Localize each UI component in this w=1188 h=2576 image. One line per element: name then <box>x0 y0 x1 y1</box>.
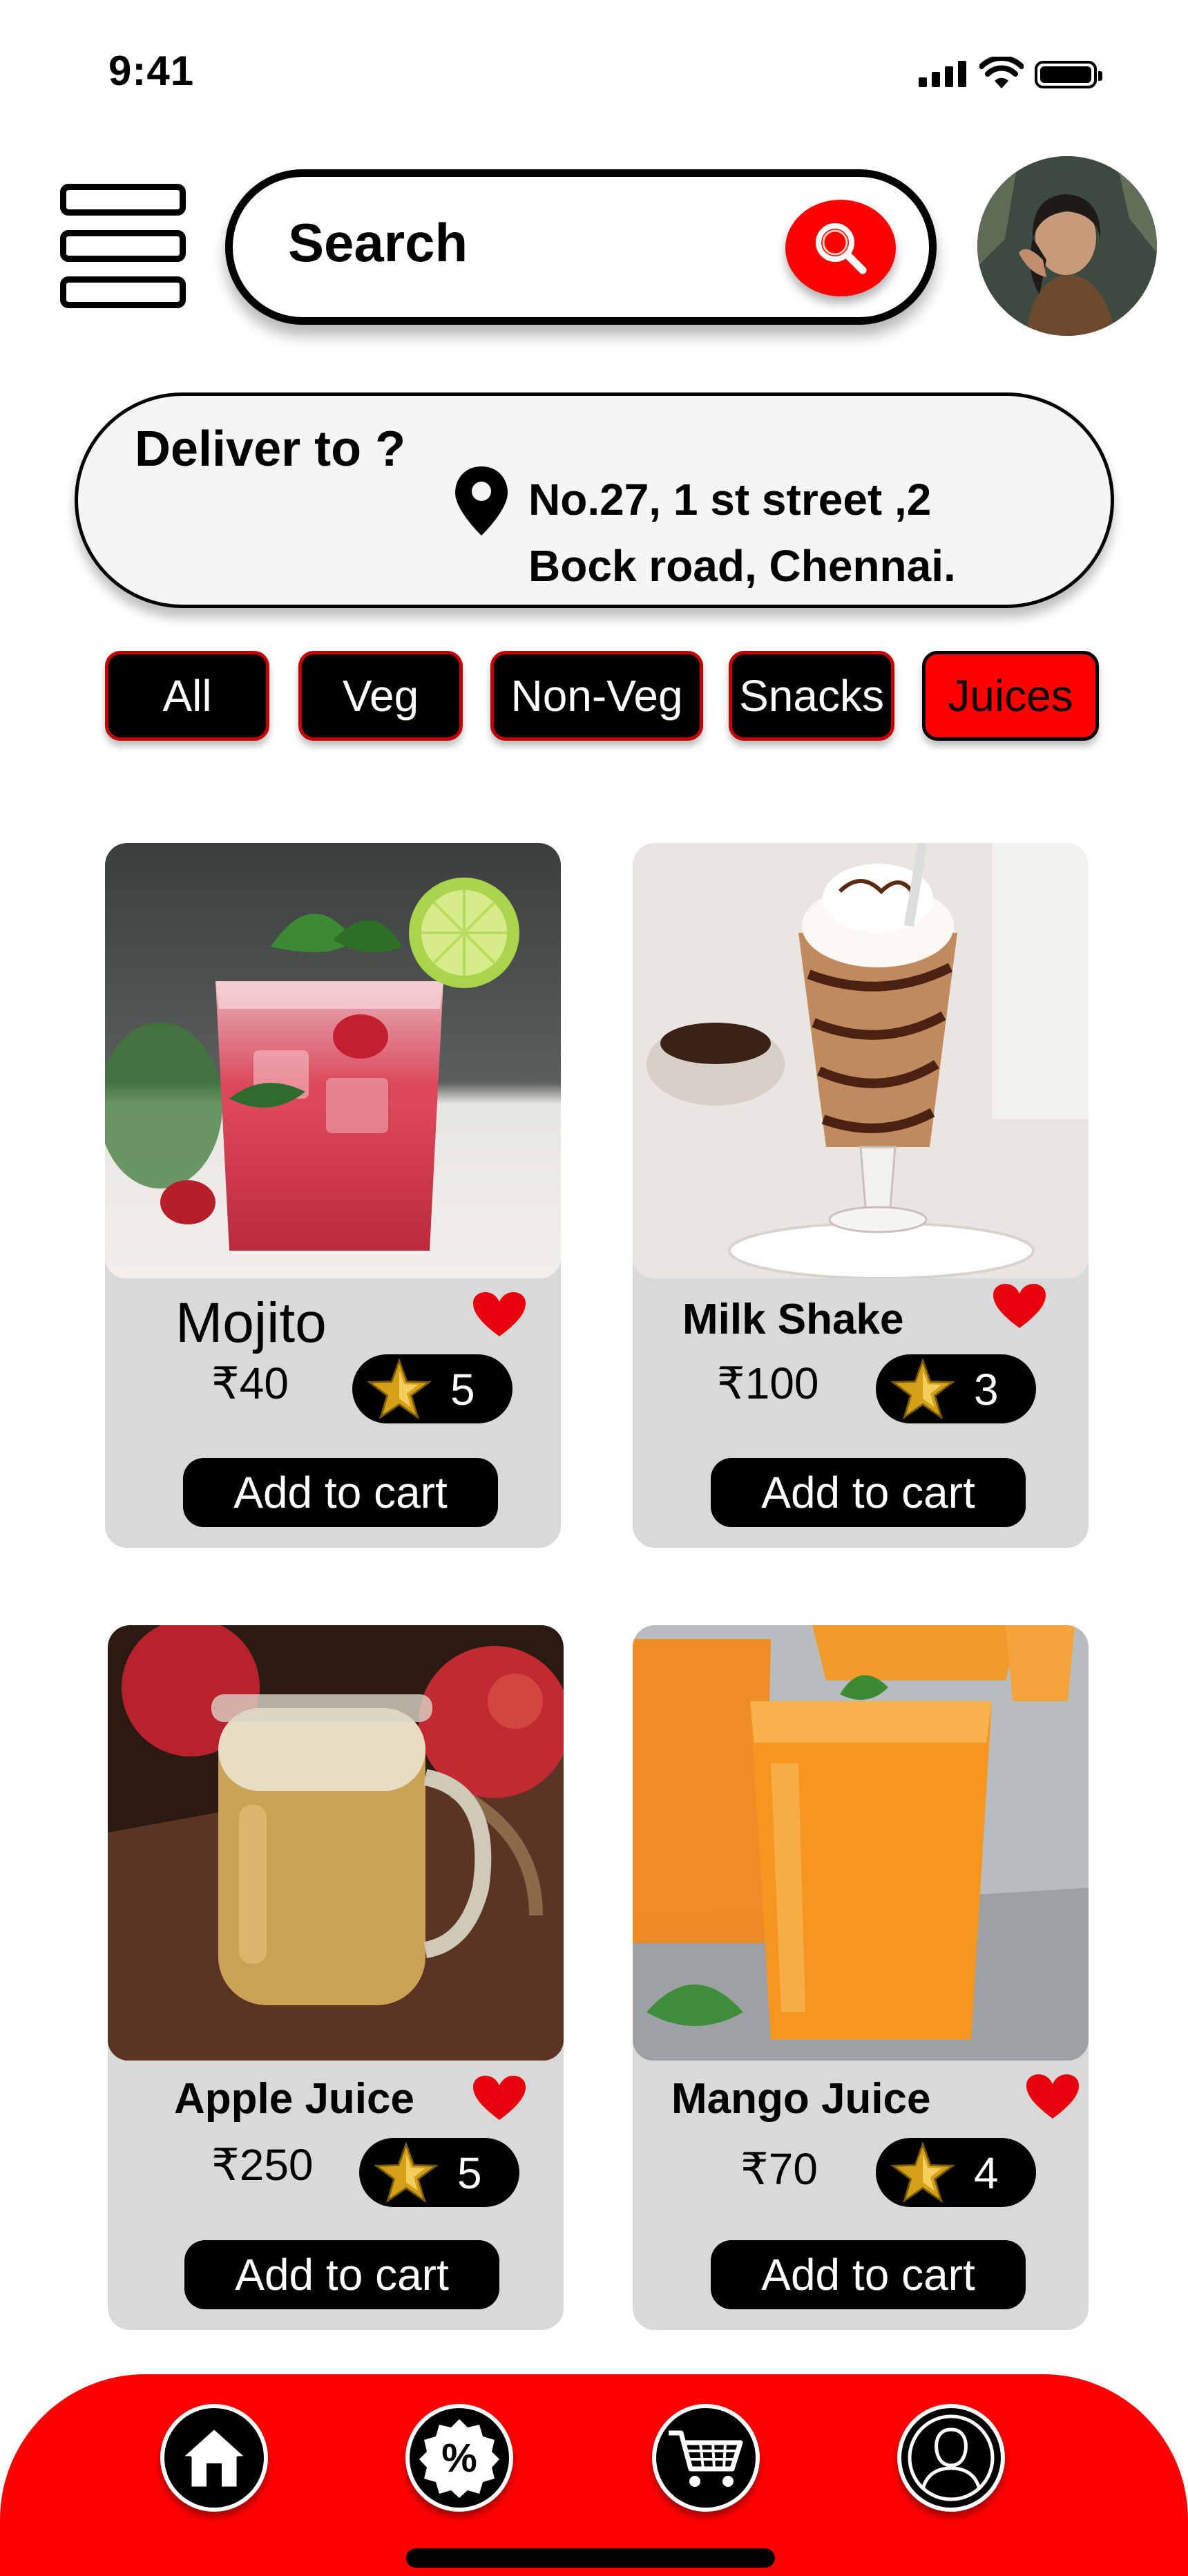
add-to-cart-button[interactable]: Add to cart <box>184 2240 499 2309</box>
home-icon <box>178 2425 250 2490</box>
delivery-address: No.27, 1 st street ,2 Bock road, Chennai… <box>528 466 956 599</box>
star-icon <box>374 2142 438 2203</box>
bottom-navigation: % <box>0 2374 1188 2576</box>
category-chip-snacks[interactable]: Snacks <box>729 651 894 741</box>
cart-icon <box>669 2430 743 2487</box>
rating-value: 4 <box>974 2148 999 2198</box>
address-line-2: Bock road, Chennai. <box>528 541 956 591</box>
product-name: Apple Juice <box>174 2075 414 2123</box>
star-icon <box>367 1358 431 1419</box>
add-to-cart-button[interactable]: Add to cart <box>711 1458 1026 1527</box>
heart-icon[interactable] <box>472 2074 527 2123</box>
product-image-mojito <box>105 843 561 1278</box>
wifi-icon <box>979 57 1024 88</box>
product-name: Mango Juice <box>671 2075 931 2123</box>
product-price: ₹250 <box>211 2140 314 2190</box>
status-time: 9:41 <box>108 48 195 94</box>
product-image-mango-juice <box>633 1625 1089 2061</box>
rating-value: 5 <box>450 1365 475 1414</box>
status-icons <box>919 57 1106 91</box>
search-icon <box>816 223 867 274</box>
add-to-cart-button[interactable]: Add to cart <box>711 2240 1026 2309</box>
deliver-title: Deliver to ? <box>135 422 406 477</box>
product-card-mojito[interactable]: Mojito ₹40 5 Add to cart <box>105 843 561 1548</box>
avatar-image <box>977 156 1157 336</box>
product-price: ₹100 <box>717 1358 819 1408</box>
product-image-milk-shake <box>633 843 1089 1278</box>
rating-value: 3 <box>974 1365 999 1414</box>
battery-icon <box>1035 61 1102 88</box>
product-name: Mojito <box>175 1291 327 1354</box>
heart-icon[interactable] <box>472 1291 527 1339</box>
location-pin-icon <box>455 466 508 536</box>
product-card-mango-juice[interactable]: Mango Juice ₹70 4 Add to cart <box>633 1625 1089 2330</box>
profile-icon <box>908 2414 995 2501</box>
svg-text:%: % <box>441 2436 477 2481</box>
nav-cart-button[interactable] <box>652 2404 760 2512</box>
category-chip-juices[interactable]: Juices <box>922 651 1099 741</box>
delivery-address-card[interactable]: Deliver to ? No.27, 1 st street ,2 Bock … <box>75 392 1114 608</box>
search-button[interactable] <box>785 200 896 296</box>
product-image-apple-juice <box>108 1625 564 2061</box>
nav-profile-button[interactable] <box>897 2404 1005 2512</box>
signal-icon <box>919 61 966 87</box>
offers-percent-icon: % <box>419 2419 499 2498</box>
rating-value: 5 <box>457 2148 482 2198</box>
category-chip-non-veg[interactable]: Non-Veg <box>490 651 703 741</box>
product-price: ₹40 <box>211 1358 289 1408</box>
rating-badge: 3 <box>876 1354 1036 1423</box>
search-bar[interactable]: Search <box>225 169 937 325</box>
nav-offers-button[interactable]: % <box>405 2404 513 2512</box>
star-icon <box>891 2142 955 2203</box>
address-line-1: No.27, 1 st street ,2 <box>528 475 932 524</box>
add-to-cart-button[interactable]: Add to cart <box>183 1458 498 1527</box>
user-avatar[interactable] <box>977 156 1157 336</box>
category-chip-all[interactable]: All <box>105 651 269 741</box>
rating-badge: 5 <box>352 1354 512 1423</box>
category-chip-veg[interactable]: Veg <box>298 651 463 741</box>
search-input[interactable]: Search <box>288 211 468 274</box>
hamburger-menu-icon[interactable] <box>60 184 186 308</box>
home-indicator <box>406 2548 775 2568</box>
product-price: ₹70 <box>740 2144 818 2194</box>
nav-home-button[interactable] <box>160 2404 268 2512</box>
rating-badge: 4 <box>876 2138 1036 2207</box>
product-name: Milk Shake <box>682 1296 904 1343</box>
rating-badge: 5 <box>359 2138 519 2207</box>
heart-icon[interactable] <box>992 1282 1047 1331</box>
star-icon <box>891 1358 955 1419</box>
heart-icon[interactable] <box>1025 2073 1080 2121</box>
product-card-apple-juice[interactable]: Apple Juice ₹250 5 Add to cart <box>108 1625 564 2330</box>
product-card-milk-shake[interactable]: Milk Shake ₹100 3 Add to cart <box>633 843 1089 1548</box>
